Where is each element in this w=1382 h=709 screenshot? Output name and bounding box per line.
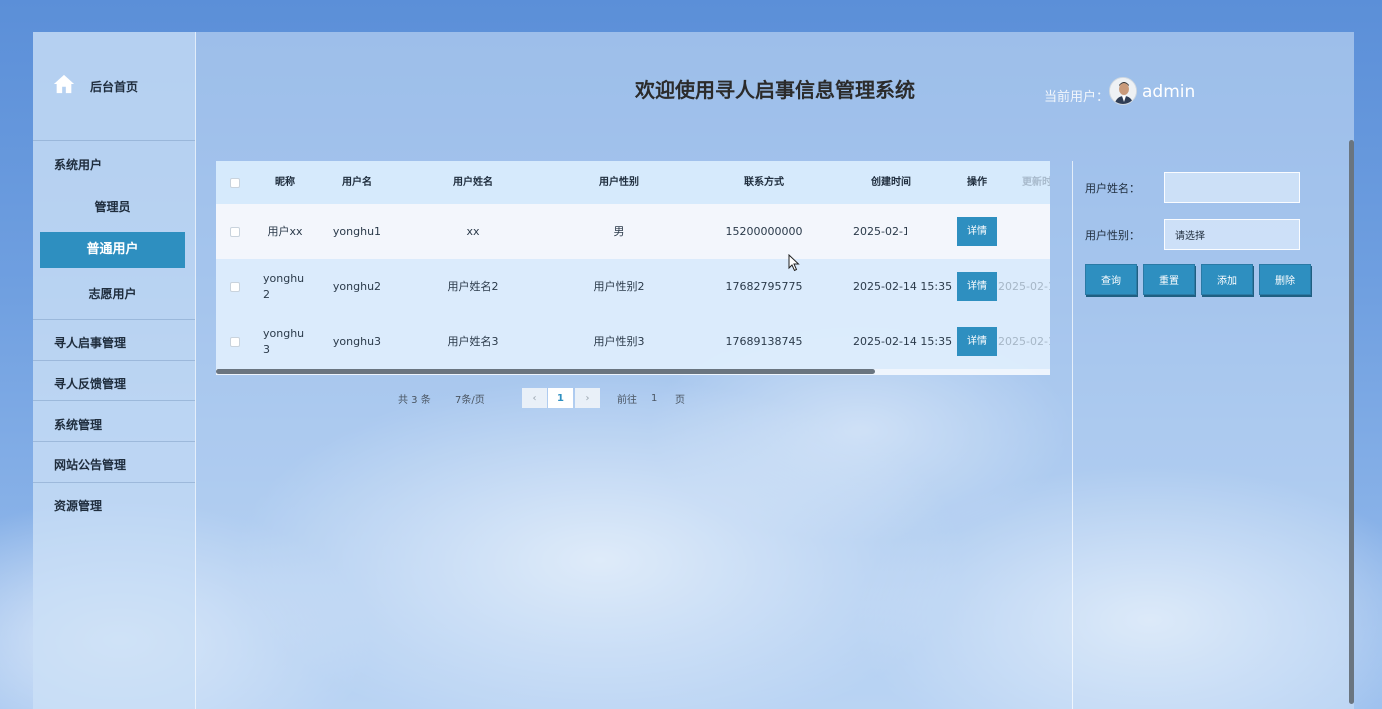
goto-label: 前往 — [617, 394, 637, 406]
sidebar-item-normal-users[interactable]: 普通用户 — [40, 232, 185, 268]
column-header[interactable]: 用户名 — [314, 161, 400, 204]
sidebar-item-feedback-management[interactable]: 寻人反馈管理 — [54, 375, 126, 392]
sidebar-item-volunteer-users[interactable]: 志愿用户 — [40, 276, 185, 312]
horizontal-scrollbar[interactable] — [216, 369, 1050, 375]
column-header[interactable]: 操作 — [947, 161, 1007, 204]
sidebar-item-resource-management[interactable]: 资源管理 — [54, 497, 102, 514]
row-checkbox[interactable] — [230, 226, 240, 237]
home-label: 后台首页 — [90, 79, 139, 94]
divider — [33, 482, 195, 483]
prev-page-button[interactable]: ‹ — [522, 388, 547, 408]
goto-page-input[interactable]: 1 — [651, 388, 657, 408]
cell-name: xx — [466, 224, 480, 238]
next-page-button[interactable]: › — [575, 388, 600, 408]
cell-nickname: yonghu3 — [263, 326, 305, 356]
sidebar-home-link[interactable]: 后台首页 — [53, 72, 138, 100]
pagination-total: 共 3 条 — [398, 394, 431, 406]
user-table: 昵称 用户名 用户姓名 用户性别 联系方式 创建时间 操作 更新时间 用户xx … — [216, 161, 1050, 375]
table-row: 用户xx yonghu1 xx 男 15200000000 2025-02-1 … — [216, 204, 1050, 259]
reset-button[interactable]: 重置 — [1143, 264, 1195, 295]
divider — [33, 140, 195, 141]
cell-gender: 男 — [613, 224, 625, 238]
divider — [33, 441, 195, 442]
cell-created: 2025-02-14 15:35:3 — [853, 334, 953, 348]
divider — [33, 360, 195, 361]
sidebar-item-announcement-management[interactable]: 网站公告管理 — [54, 456, 126, 473]
column-header[interactable]: 用户性别 — [546, 161, 692, 204]
column-header[interactable]: 用户姓名 — [400, 161, 546, 204]
home-icon — [53, 73, 75, 99]
column-header[interactable]: 更新时间 — [1012, 161, 1050, 204]
add-button[interactable]: 添加 — [1201, 264, 1253, 295]
column-header[interactable]: 联系方式 — [692, 161, 836, 204]
page-number[interactable]: 1 — [548, 388, 573, 408]
cell-gender: 用户性别3 — [593, 334, 645, 348]
current-user-label: 当前用户： — [1044, 90, 1110, 105]
sidebar-item-admin[interactable]: 管理员 — [40, 189, 185, 225]
name-filter-label: 用户姓名： — [1085, 182, 1140, 195]
cell-created: 2025-02-1 — [853, 224, 907, 238]
row-checkbox[interactable] — [230, 281, 240, 292]
table-row: yonghu3 yonghu3 用户姓名3 用户性别3 17689138745 … — [216, 314, 1050, 369]
detail-button[interactable]: 详情 — [957, 272, 997, 301]
avatar[interactable] — [1109, 77, 1137, 105]
page-unit-label: 页 — [675, 394, 685, 406]
horizontal-scroll-thumb[interactable] — [216, 369, 875, 374]
cell-name: 用户姓名2 — [447, 279, 499, 293]
divider — [33, 319, 195, 320]
query-button[interactable]: 查询 — [1085, 264, 1137, 295]
table-header: 昵称 用户名 用户姓名 用户性别 联系方式 创建时间 操作 更新时间 — [216, 161, 1050, 204]
sidebar-item-system-users[interactable]: 系统用户 — [54, 156, 102, 173]
cell-updated: 2025-02-1 — [998, 279, 1050, 293]
cell-nickname: yonghu2 — [263, 271, 305, 301]
divider — [33, 400, 195, 401]
page-size-select[interactable]: 7条/页 — [455, 388, 485, 408]
row-checkbox[interactable] — [230, 336, 240, 347]
cell-phone: 17682795775 — [725, 279, 803, 293]
vertical-scroll-thumb[interactable] — [1349, 140, 1354, 704]
current-username[interactable]: admin — [1142, 82, 1195, 102]
gender-filter-label: 用户性别： — [1085, 229, 1140, 242]
cell-gender: 用户性别2 — [593, 279, 645, 293]
name-filter-input[interactable] — [1164, 172, 1300, 203]
table-row: yonghu2 yonghu2 用户姓名2 用户性别2 17682795775 … — [216, 259, 1050, 314]
page-title: 欢迎使用寻人启事信息管理系统 — [635, 78, 915, 102]
cell-phone: 17689138745 — [725, 334, 803, 348]
cell-username: yonghu1 — [332, 224, 382, 238]
cell-created: 2025-02-14 15:35:3 — [853, 279, 953, 293]
column-header[interactable]: 创建时间 — [846, 161, 936, 204]
detail-button[interactable]: 详情 — [957, 327, 997, 356]
cell-name: 用户姓名3 — [447, 334, 499, 348]
select-all-checkbox[interactable] — [230, 177, 240, 188]
detail-button[interactable]: 详情 — [957, 217, 997, 246]
sidebar: 后台首页 系统用户 管理员 普通用户 志愿用户 寻人启事管理 寻人反馈管理 系统… — [33, 32, 196, 709]
cell-username: yonghu2 — [332, 279, 382, 293]
gender-filter-select[interactable]: 请选择 — [1164, 219, 1300, 250]
cell-username: yonghu3 — [332, 334, 382, 348]
cell-updated: 2025-02-1 — [998, 334, 1050, 348]
mouse-cursor-icon — [788, 253, 800, 276]
delete-button[interactable]: 删除 — [1259, 264, 1311, 295]
sidebar-item-system-management[interactable]: 系统管理 — [54, 416, 102, 433]
column-header[interactable]: 昵称 — [256, 161, 314, 204]
cell-nickname: 用户xx — [267, 224, 303, 238]
cell-phone: 15200000000 — [725, 224, 803, 238]
sidebar-item-notice-management[interactable]: 寻人启事管理 — [54, 334, 126, 351]
